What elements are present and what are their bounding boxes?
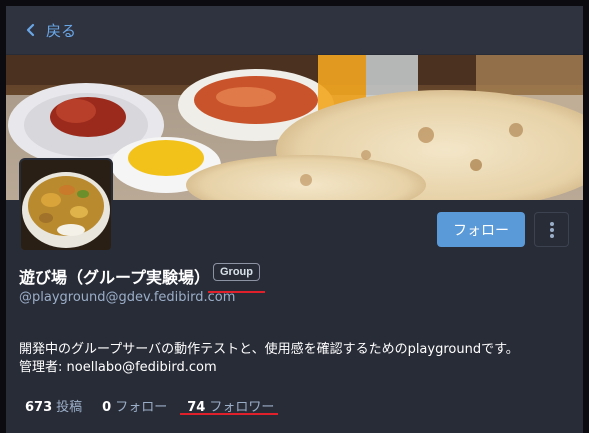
stat-posts[interactable]: 673 投稿: [25, 396, 82, 415]
annotation-underline: [180, 413, 278, 415]
account-panel: 戻る フォロー 遊び場（グループ実験場） Group @playground@g…: [6, 6, 583, 433]
account-handle: @playground@gdev.fedibird.com: [19, 290, 236, 305]
back-bar: 戻る: [6, 6, 583, 54]
follow-button[interactable]: フォロー: [437, 212, 525, 247]
note-line: 開発中のグループサーバの動作テストと、使用感を確認するためのplayground…: [19, 342, 519, 357]
more-button[interactable]: [534, 212, 569, 247]
profile-note: 開発中のグループサーバの動作テストと、使用感を確認するためのplayground…: [19, 341, 574, 377]
note-line: 管理者: noellabo@fedibird.com: [19, 360, 217, 375]
stat-label: 投稿: [56, 400, 83, 415]
vertical-ellipsis-icon: [549, 221, 554, 238]
back-label: 戻る: [46, 21, 77, 40]
back-button[interactable]: 戻る: [24, 20, 76, 41]
display-name: 遊び場（グループ実験場）: [19, 268, 211, 287]
stat-following[interactable]: 0 フォロー: [102, 396, 167, 415]
stat-value: 673: [25, 400, 53, 415]
stat-label: フォロー: [115, 400, 168, 415]
stat-value: 0: [102, 400, 112, 415]
chevron-left-icon: [26, 23, 35, 37]
group-badge: Group: [213, 263, 260, 281]
avatar[interactable]: [19, 158, 113, 252]
